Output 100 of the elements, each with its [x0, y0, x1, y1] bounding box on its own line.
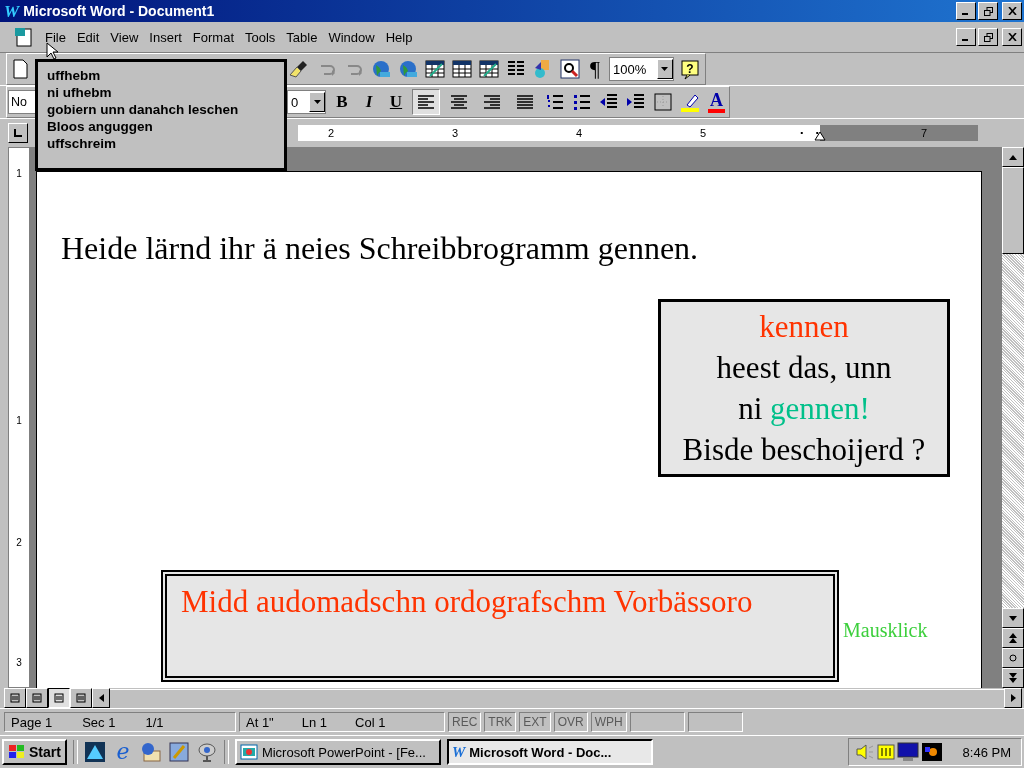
callout-line: Bisde beschoijerd ? — [682, 431, 926, 469]
word-logo-icon: W — [4, 2, 20, 20]
status-text: At 1" — [246, 714, 274, 730]
tab-selector-button[interactable] — [8, 123, 28, 143]
status-text: 1/1 — [145, 714, 164, 730]
status-text: Ln 1 — [301, 714, 328, 730]
popup-menu-item[interactable]: gobiern unn danahch leschen — [47, 101, 284, 118]
menu-item[interactable]: Insert — [149, 29, 182, 45]
pilcrow-button[interactable]: ¶ — [586, 56, 604, 82]
border-icon[interactable] — [652, 91, 674, 113]
document-icon[interactable] — [14, 27, 34, 47]
scroll-thumb[interactable] — [1002, 167, 1024, 254]
document-text: Heide lärnd ihr ä neies Schreibbrogramm gennen. — [61, 230, 699, 267]
presentation-icon — [239, 744, 258, 760]
underline-button[interactable]: U — [385, 92, 407, 112]
new-document-icon[interactable] — [11, 59, 29, 79]
restore-button[interactable] — [978, 28, 998, 46]
word-logo-icon: W — [451, 744, 466, 760]
font-size-dropdown[interactable]: 0 — [287, 90, 326, 114]
menu-item[interactable]: Window — [328, 29, 375, 45]
indent-marker-icon[interactable] — [814, 131, 826, 141]
align-left-icon[interactable] — [412, 89, 440, 115]
triangle-logo-icon[interactable] — [83, 741, 106, 763]
close-button[interactable] — [1002, 28, 1022, 46]
table-pencil-icon[interactable] — [424, 58, 446, 80]
restore-icon — [983, 32, 993, 42]
status-indicator: OVR — [553, 712, 588, 732]
banner-text: Midd audomadschn ordografschm Vorbässoro — [181, 584, 753, 619]
start-button[interactable]: Start — [2, 739, 67, 765]
status-panel — [629, 712, 685, 732]
taskbar-button[interactable]: W Microsoft Word - Doc... — [446, 739, 653, 765]
globe-icon[interactable] — [397, 58, 419, 80]
vertical-scrollbar[interactable] — [1002, 147, 1024, 688]
callout-line: kennen — [759, 308, 849, 346]
speaker-icon[interactable] — [854, 742, 875, 762]
status-text: Page 1 — [11, 714, 53, 730]
status-text: Sec 1 — [82, 714, 116, 730]
monitor-icon[interactable] — [896, 742, 919, 762]
display-settings-icon[interactable] — [920, 742, 943, 762]
status-indicator: TRK — [484, 712, 517, 732]
status-panel — [687, 712, 743, 732]
view-mode-icon — [32, 693, 42, 703]
scroll-right-icon[interactable] — [1010, 694, 1016, 702]
scroll-down-icon[interactable] — [1009, 615, 1017, 621]
italic-button[interactable]: I — [358, 92, 380, 112]
window-title: Microsoft Word - Document1 — [23, 3, 215, 19]
ruler-number: 1 — [16, 168, 22, 180]
menu-item[interactable]: File — [45, 29, 66, 45]
menu-item[interactable]: Table — [286, 29, 318, 45]
minimize-button[interactable] — [956, 28, 976, 46]
tab-stop-icon — [14, 129, 22, 137]
taskbar-button[interactable]: Microsoft PowerPoint - [Fe... — [234, 739, 441, 765]
popup-menu-item[interactable]: uffschreim — [47, 135, 284, 152]
view-mode-button[interactable] — [48, 688, 70, 708]
spreadsheet-icon[interactable] — [478, 58, 500, 80]
menu-item[interactable]: Format — [192, 29, 234, 45]
status-text: Col 1 — [355, 714, 386, 730]
windows-logo-icon — [8, 744, 26, 760]
popup-menu-item[interactable]: ni ufhebm — [47, 84, 284, 101]
dropdown-arrow-icon — [661, 67, 669, 71]
pencil-icon[interactable] — [167, 741, 190, 763]
view-mode-icon — [76, 693, 86, 703]
view-mode-icon — [54, 693, 64, 703]
menu-item[interactable]: Edit — [76, 29, 100, 45]
close-button[interactable] — [1002, 2, 1022, 20]
status-indicator: WPH — [590, 712, 627, 732]
view-mode-icon — [10, 693, 20, 703]
status-indicator: REC — [448, 712, 482, 732]
zoom-dropdown[interactable]: 100% — [608, 57, 674, 81]
close-icon — [1007, 33, 1017, 41]
table-icon[interactable] — [451, 58, 473, 80]
menu-item[interactable]: Tools — [245, 29, 276, 45]
popup-menu-item[interactable]: Bloos anguggen — [47, 118, 284, 135]
mail-icon[interactable] — [139, 741, 162, 763]
popup-menu-item[interactable]: uffhebm — [47, 67, 284, 84]
ruler-number: 1 — [16, 415, 22, 427]
ruler-number: 3 — [16, 657, 22, 669]
card-icon[interactable] — [876, 742, 895, 762]
ruler-number: 2 — [16, 537, 22, 549]
scroll-left-icon[interactable] — [98, 694, 104, 702]
click-hint: Mausklick — [843, 619, 928, 642]
status-indicator: EXT — [519, 712, 551, 732]
previous-page-icon[interactable] — [1009, 633, 1017, 643]
browse-object-icon[interactable] — [1009, 654, 1017, 662]
satellite-dish-icon[interactable] — [195, 741, 218, 763]
next-page-icon[interactable] — [1009, 673, 1017, 683]
menu-item[interactable]: View — [110, 29, 139, 45]
magnifier-icon[interactable] — [559, 58, 581, 80]
clock-time: 8:46 PM — [962, 744, 1011, 760]
callout-line: ni gennen! — [738, 390, 870, 428]
callout-line: heest das, unn — [716, 349, 892, 387]
close-icon — [1007, 7, 1017, 15]
restore-button[interactable] — [978, 2, 998, 20]
globe-icon[interactable] — [370, 58, 392, 80]
font-color-button[interactable]: A — [708, 91, 725, 113]
bold-button[interactable]: B — [331, 92, 353, 112]
dropdown-arrow-icon — [313, 100, 321, 104]
menu-item[interactable]: Help — [385, 29, 413, 45]
scroll-up-icon[interactable] — [1009, 154, 1017, 160]
minimize-button[interactable] — [956, 2, 976, 20]
